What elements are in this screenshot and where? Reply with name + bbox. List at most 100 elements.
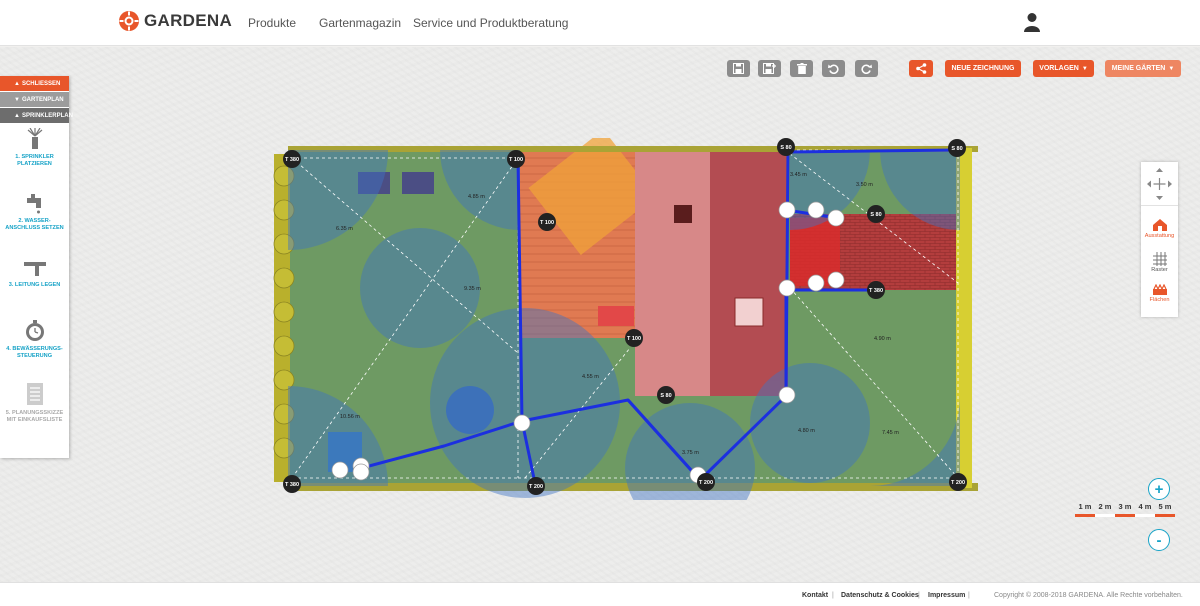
garden-plan-label: Gartenplan — [21, 96, 64, 103]
new-drawing-button[interactable]: Neue Zeichnung — [945, 60, 1021, 77]
house-right-roof — [710, 148, 788, 396]
redo-icon — [861, 64, 872, 74]
zoom-in-button[interactable]: + — [1148, 478, 1170, 500]
sprinkler-marker[interactable]: T 200 — [697, 473, 715, 491]
brand-name: GARDENA — [144, 11, 233, 30]
sprinkler-marker[interactable]: T 380 — [867, 281, 885, 299]
sprinkler-marker[interactable]: S 80 — [948, 139, 966, 157]
scale-labels: 1 m 2 m 3 m 4 m 5 m — [1075, 502, 1175, 511]
garden-bed-2 — [402, 172, 434, 194]
footer-link-contact[interactable]: Kontakt — [802, 592, 828, 599]
distance-label: 3.45 m — [790, 172, 807, 178]
user-icon[interactable] — [1023, 12, 1041, 32]
scale-label: 2 m — [1098, 502, 1112, 511]
nav-produkte[interactable]: Produkte — [248, 16, 296, 30]
distance-label: 4.55 m — [582, 374, 599, 380]
sprinkler-marker[interactable]: S 80 — [867, 205, 885, 223]
svg-text:T 200: T 200 — [951, 480, 965, 486]
distance-label: 6.35 m — [336, 226, 353, 232]
sprinkler-marker[interactable]: S 80 — [657, 386, 675, 404]
svg-text:T 200: T 200 — [529, 484, 543, 490]
undo-icon — [828, 64, 839, 74]
svg-text:T 100: T 100 — [540, 220, 554, 226]
step-label: 5. Planungsskizze mit Einkaufsliste — [5, 410, 64, 423]
caret-down-icon: ▼ — [1168, 65, 1175, 72]
scale-bar — [1075, 514, 1175, 517]
sprinkler-marker[interactable]: T 380 — [283, 475, 301, 493]
deck-steps — [598, 306, 634, 326]
sprinkler-plan-tab[interactable]: ▲ Sprinklerplan — [0, 108, 73, 123]
footer-link-imprint[interactable]: Impressum — [928, 592, 965, 599]
pan-control-icon[interactable] — [1145, 166, 1174, 202]
equipment-tool[interactable]: Ausstattung — [1141, 218, 1178, 239]
chevron-up-icon: ▲ — [14, 80, 20, 87]
sprinkler-marker[interactable]: T 200 — [527, 477, 545, 495]
water-tap-icon — [26, 194, 41, 214]
view-controls-panel: Ausstattung Raster Flächen — [1141, 162, 1178, 317]
scale-label: 3 m — [1118, 502, 1132, 511]
gardena-logo-icon — [119, 11, 139, 31]
areas-icon — [1152, 284, 1167, 295]
sprinkler-marker[interactable]: T 100 — [538, 213, 556, 231]
save-as-icon — [762, 63, 776, 74]
share-icon — [915, 63, 926, 74]
footer-separator: | — [968, 592, 970, 599]
delete-button[interactable] — [790, 60, 813, 77]
sprinkler-icon — [27, 128, 42, 149]
footer-link-privacy[interactable]: Datenschutz & Cookies — [841, 592, 919, 599]
step-label: 1. Sprinkler platzieren — [15, 154, 54, 167]
list-icon — [26, 383, 43, 405]
close-panel-button[interactable]: ▲ Schliessen — [0, 76, 69, 91]
my-gardens-label: Meine Gärten — [1111, 65, 1166, 72]
sprinkler-marker[interactable]: T 100 — [507, 150, 525, 168]
scale-label: 1 m — [1078, 502, 1092, 511]
save-as-button[interactable] — [758, 60, 781, 77]
equipment-label: Ausstattung — [1144, 233, 1175, 239]
house-left-roof — [635, 148, 710, 396]
sprinkler-marker[interactable]: T 200 — [949, 473, 967, 491]
svg-text:S 80: S 80 — [951, 146, 962, 152]
step-water-connection[interactable]: 2. Wasser- anschluss setzen — [0, 192, 69, 232]
step-lay-pipe[interactable]: 3. Leitung legen — [0, 258, 69, 289]
share-button[interactable] — [909, 60, 933, 77]
step-place-sprinkler[interactable]: 1. Sprinkler platzieren — [0, 128, 69, 168]
svg-text:T 380: T 380 — [869, 288, 883, 294]
trash-icon — [796, 63, 807, 74]
areas-tool[interactable]: Flächen — [1141, 284, 1178, 303]
garden-plan-tab[interactable]: ▼ Gartenplan — [0, 92, 69, 107]
distance-label: 4.90 m — [874, 336, 891, 342]
pipe-icon — [23, 262, 46, 276]
distance-label: 3.75 m — [682, 450, 699, 456]
chimney — [674, 205, 692, 223]
gardena-logo[interactable]: GARDENA — [118, 10, 232, 32]
minus-icon: - — [1156, 531, 1162, 549]
step-planning-sketch[interactable]: 5. Planungsskizze mit Einkaufsliste — [0, 382, 69, 424]
svg-text:S 80: S 80 — [870, 212, 881, 218]
nav-gartenmagazin[interactable]: Gartenmagazin — [319, 16, 401, 30]
distance-label: 4.80 m — [798, 428, 815, 434]
garden-plan[interactable]: 4.85 m 6.35 m 9.35 m 3.45 m 3.50 m 4.55 … — [270, 138, 980, 500]
top-navigation: GARDENA Produkte Gartenmagazin Service u… — [0, 0, 1200, 46]
sprinkler-marker[interactable]: T 380 — [283, 150, 301, 168]
zoom-out-button[interactable]: - — [1148, 529, 1170, 551]
undo-button[interactable] — [822, 60, 845, 77]
footer-separator: | — [832, 592, 834, 599]
save-button[interactable] — [727, 60, 750, 77]
redo-button[interactable] — [855, 60, 878, 77]
close-label: Schliessen — [21, 80, 61, 87]
sprinkler-marker[interactable]: S 80 — [777, 138, 795, 156]
templates-dropdown[interactable]: Vorlagen ▼ — [1033, 60, 1094, 77]
nav-service[interactable]: Service und Produktberatung — [413, 16, 568, 30]
svg-text:T 100: T 100 — [509, 157, 523, 163]
my-gardens-dropdown[interactable]: Meine Gärten ▼ — [1105, 60, 1181, 77]
areas-label: Flächen — [1149, 297, 1170, 303]
distance-label: 9.35 m — [464, 286, 481, 292]
save-icon — [733, 63, 744, 74]
grid-label: Raster — [1151, 267, 1168, 273]
step-irrigation-control[interactable]: 4. Bewässerungs- steuerung — [0, 320, 69, 360]
grid-tool[interactable]: Raster — [1141, 252, 1178, 273]
sprinkler-plan-label: Sprinklerplan — [21, 112, 73, 119]
skylight — [734, 297, 764, 327]
svg-text:T 380: T 380 — [285, 482, 299, 488]
sprinkler-marker[interactable]: T 100 — [625, 329, 643, 347]
